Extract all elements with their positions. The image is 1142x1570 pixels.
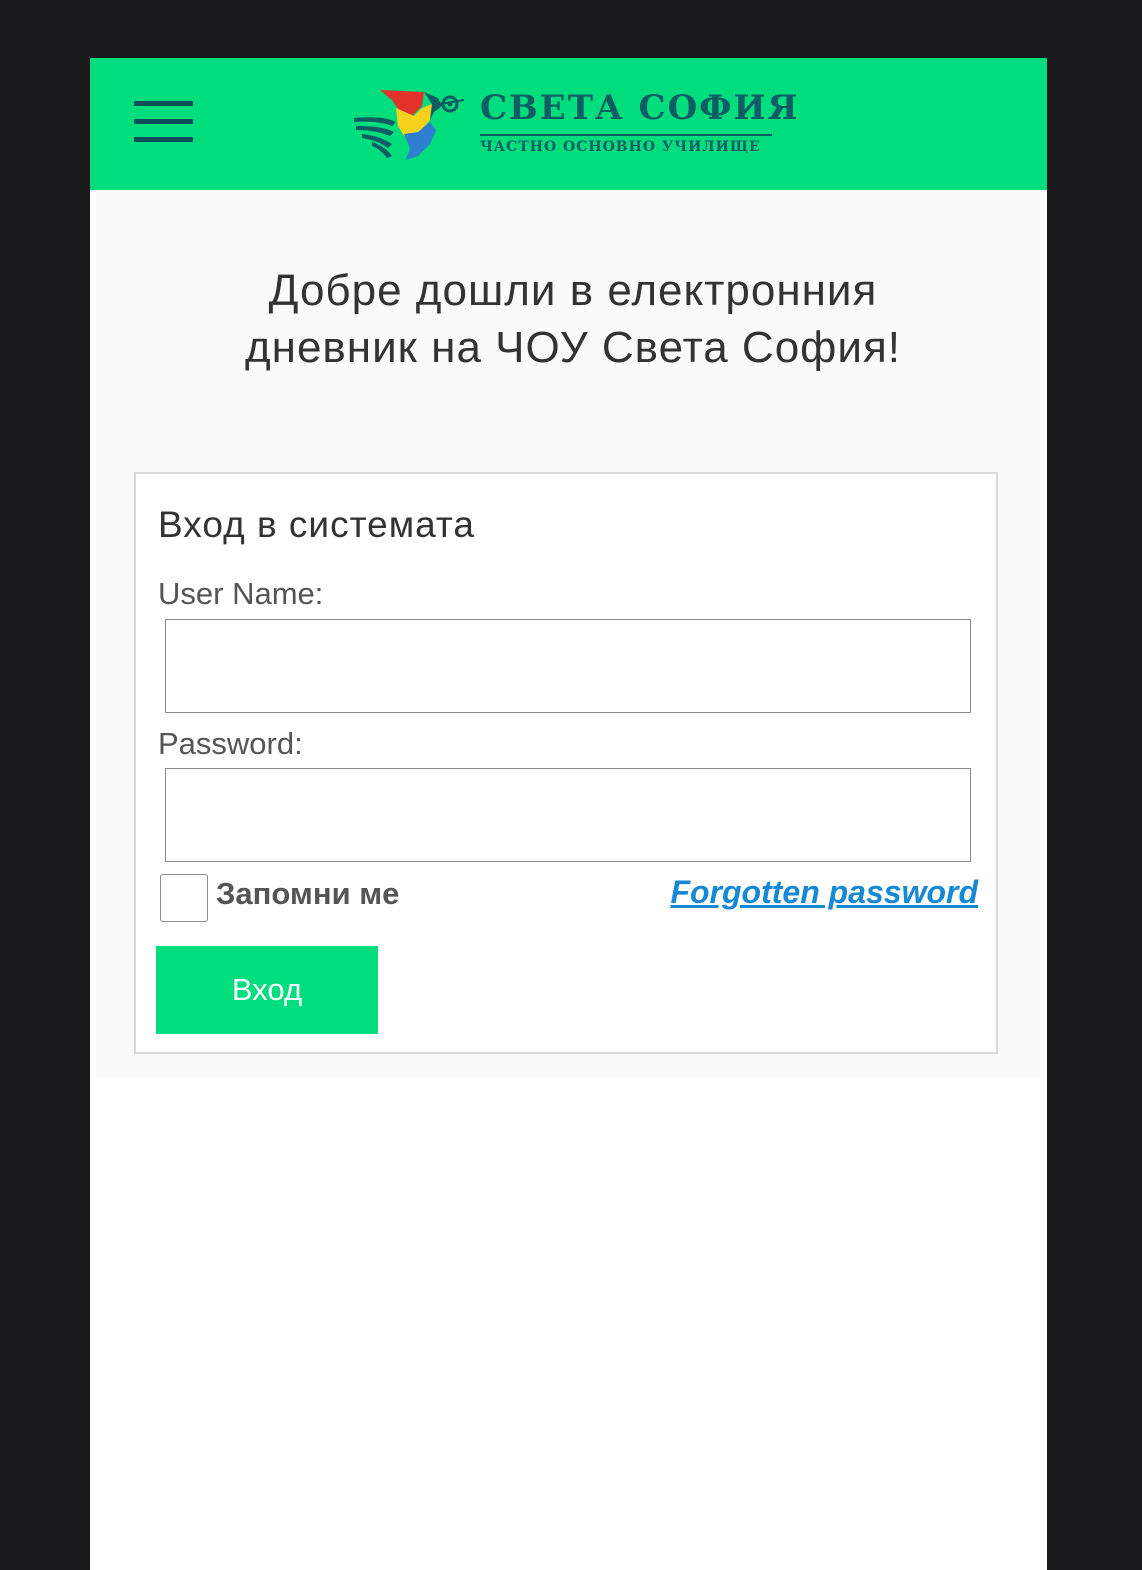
login-title: Вход в системата	[158, 504, 476, 545]
logo-subtitle: ЧАСТНО ОСНОВНО УЧИЛИЩЕ	[480, 134, 772, 155]
login-button[interactable]: Вход	[156, 946, 378, 1034]
logo-emblem-icon	[354, 90, 465, 160]
forgotten-password-link[interactable]: Forgotten password	[670, 874, 978, 911]
main-content: Добре дошли в електронния дневник на ЧОУ…	[96, 190, 1041, 1078]
username-input[interactable]	[165, 619, 971, 713]
remember-me-label[interactable]: Запомни ме	[216, 876, 399, 912]
password-input[interactable]	[165, 768, 971, 862]
welcome-heading: Добре дошли в електронния дневник на ЧОУ…	[244, 266, 902, 372]
school-logo[interactable]: СВЕТА СОФИЯ ЧАСТНО ОСНОВНО УЧИЛИЩЕ	[352, 84, 800, 164]
hamburger-menu-icon[interactable]	[134, 101, 194, 143]
app-frame: СВЕТА СОФИЯ ЧАСТНО ОСНОВНО УЧИЛИЩЕ Добре…	[90, 58, 1047, 1570]
top-bar: СВЕТА СОФИЯ ЧАСТНО ОСНОВНО УЧИЛИЩЕ	[90, 58, 1047, 190]
remember-me-checkbox[interactable]	[160, 874, 208, 922]
password-label: Password:	[158, 726, 303, 761]
login-panel: Вход в системата User Name: Password: За…	[134, 472, 998, 1054]
username-label: User Name:	[158, 576, 324, 611]
logo-title: СВЕТА СОФИЯ	[480, 88, 800, 128]
